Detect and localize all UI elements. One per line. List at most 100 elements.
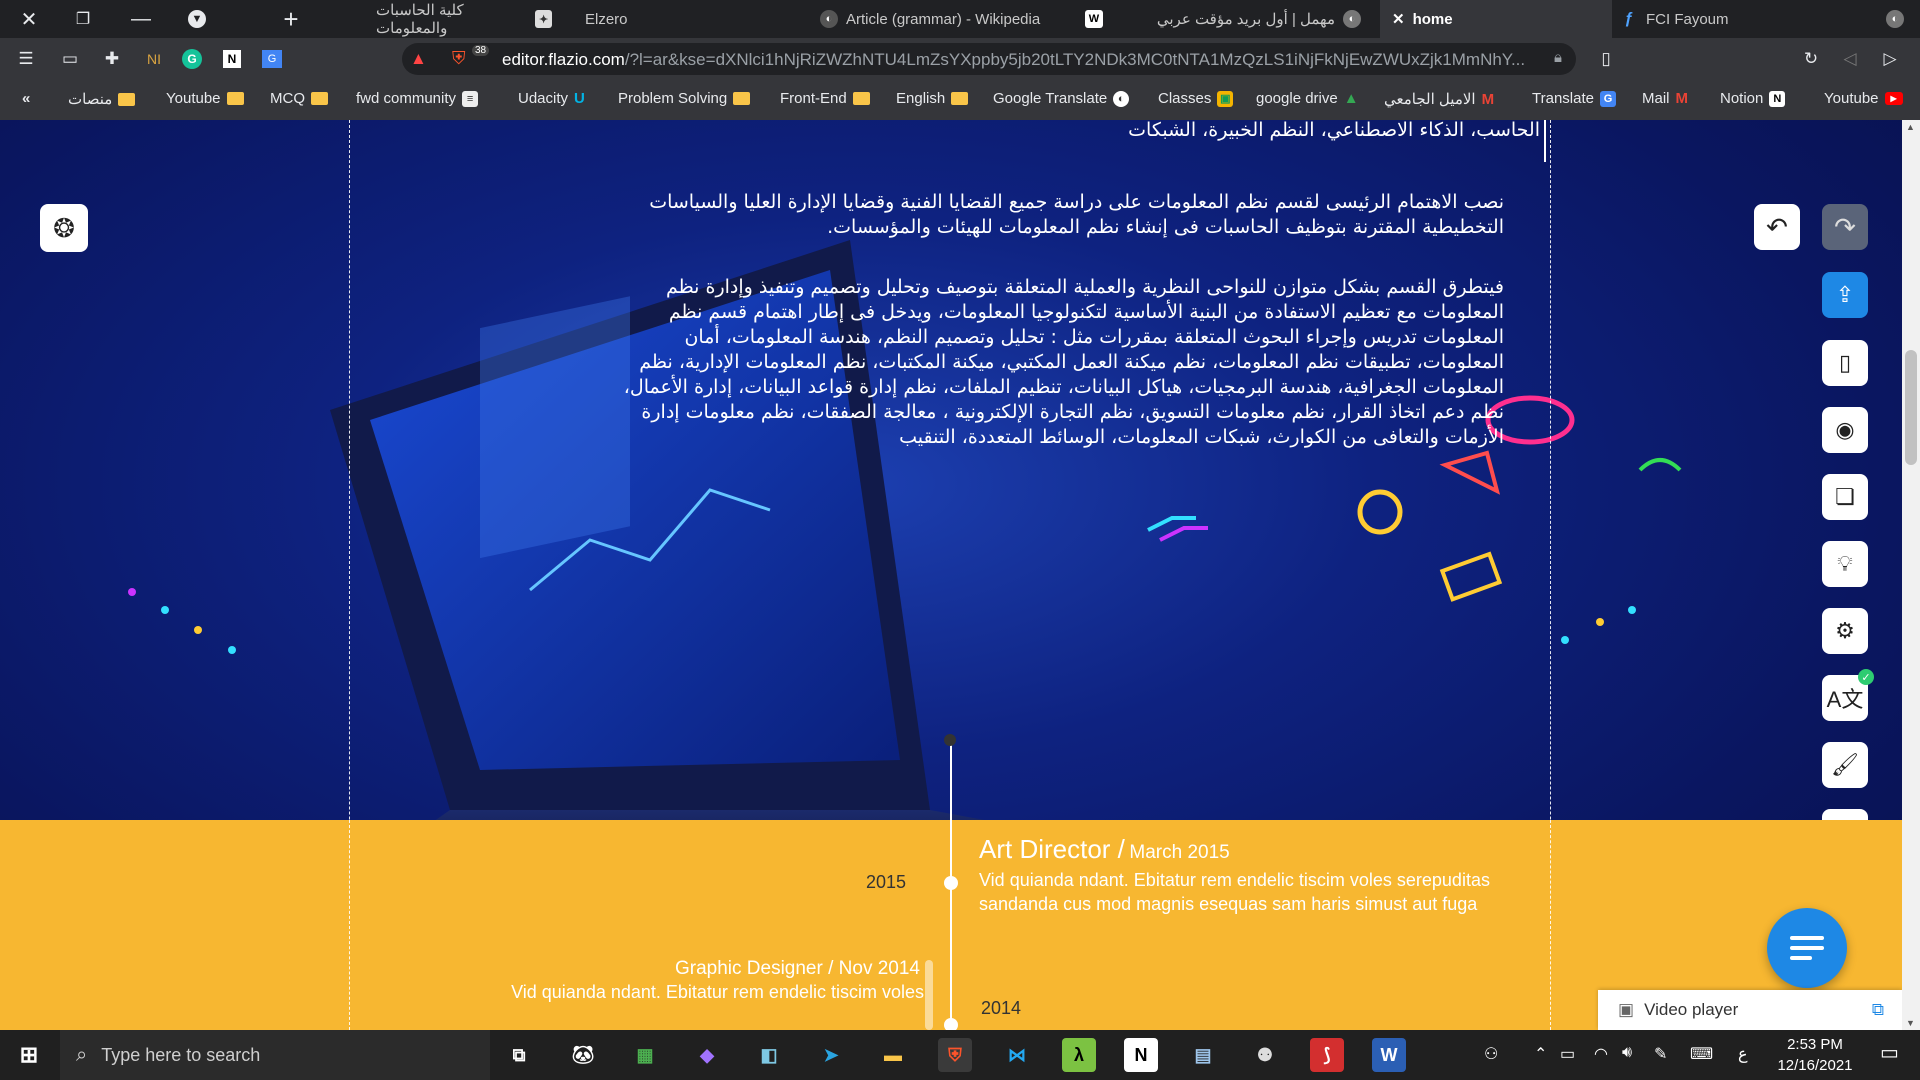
bookmark-folder[interactable]: English xyxy=(896,90,969,107)
publish-icon[interactable]: ⇪ xyxy=(1822,272,1868,318)
bookmark-icon[interactable]: ▯ xyxy=(1592,45,1620,73)
task-view-icon[interactable]: ⧉ xyxy=(502,1038,536,1072)
app-icon[interactable]: ▤ xyxy=(1186,1038,1220,1072)
widgets-icon[interactable]: ❂ xyxy=(40,204,88,252)
bookmark-label: Translate xyxy=(1532,90,1594,107)
undo-icon[interactable]: ↶ xyxy=(1754,204,1800,250)
idea-bulb-icon[interactable]: 💡︎ xyxy=(1822,541,1868,587)
bookmark-link[interactable]: Classes ▣ xyxy=(1158,90,1234,107)
pdf-reader-icon[interactable]: ⟆ xyxy=(1310,1038,1344,1072)
bookmark-folder[interactable]: MCQ xyxy=(270,90,328,107)
text-paragraph-1[interactable]: نصب الاهتمام الرئيسى لقسم نظم المعلومات … xyxy=(648,190,1504,240)
lock-icon[interactable]: 🔒︎ xyxy=(1554,49,1562,66)
mobile-view-icon[interactable]: ▯ xyxy=(1822,340,1868,386)
open-external-icon[interactable]: ⧉ xyxy=(1872,1000,1884,1020)
wifi-icon[interactable]: ◠ xyxy=(1594,1044,1608,1064)
brave-rewards-icon[interactable]: ▲ xyxy=(410,49,427,69)
notifications-icon[interactable]: ▭ xyxy=(1880,1040,1899,1065)
bookmark-link[interactable]: fwd community ≡ xyxy=(356,90,479,107)
ni-extension-icon[interactable]: NI xyxy=(140,45,168,73)
tab-college[interactable]: كلية الحاسبات والمعلومات ✦ xyxy=(376,0,552,38)
tab-mohmal[interactable]: W مهمل | أول بريد مؤقت عربي ◐ xyxy=(1085,0,1361,38)
scrollbar-thumb[interactable] xyxy=(1905,350,1917,465)
grammarly-icon[interactable]: G xyxy=(178,45,206,73)
address-bar[interactable]: ▲ ⛨ 38 editor.flazio.com/?l=ar&kse=dXNlc… xyxy=(402,43,1576,75)
app-icon[interactable]: ⚉ xyxy=(1248,1038,1282,1072)
scroll-up-icon[interactable]: ▲ xyxy=(1906,122,1915,132)
taskbar-search[interactable]: ⌕ Type here to search xyxy=(60,1030,490,1080)
style-brush-icon[interactable]: 🖌︎ xyxy=(1822,742,1868,788)
page-scrollbar[interactable]: ▲ ▼ xyxy=(1902,120,1920,1030)
tab-fci-fayoum[interactable]: ƒ FCI Fayoum xyxy=(1620,0,1860,38)
text-paragraph-2[interactable]: فيتطرق القسم بشكل متوازن للنواحى النظرية… xyxy=(600,275,1504,450)
bookmark-label: fwd community xyxy=(356,90,457,107)
tab-wikipedia[interactable]: ◐ Article (grammar) - Wikipedia xyxy=(820,0,1070,38)
app-icon[interactable]: ◧ xyxy=(752,1038,786,1072)
bookmark-folder[interactable]: Youtube xyxy=(166,90,244,107)
forward-icon[interactable]: ▷ xyxy=(1876,45,1904,73)
wallet-icon[interactable]: ▭ xyxy=(56,45,84,73)
timeline-description: Vid quianda ndant. Ebitatur rem endelic … xyxy=(979,870,1490,914)
volume-icon[interactable]: 🔊︎ xyxy=(1622,1044,1632,1062)
tab-search-icon[interactable]: ▼ xyxy=(174,0,220,38)
bookmark-link[interactable]: Notion N xyxy=(1720,90,1786,107)
word-icon[interactable]: W xyxy=(1372,1038,1406,1072)
resize-handle[interactable] xyxy=(925,960,933,1030)
back-icon[interactable]: ◁ xyxy=(1836,45,1864,73)
tab-home[interactable]: ✕ home xyxy=(1380,0,1612,38)
pen-icon[interactable]: ✎ xyxy=(1654,1044,1667,1064)
keyboard-icon[interactable]: ⌨ xyxy=(1690,1044,1713,1064)
bookmark-label: Mail xyxy=(1642,90,1670,107)
redo-icon[interactable]: ↷ xyxy=(1822,204,1868,250)
bookmark-folder[interactable]: Youtube ▶ xyxy=(1824,90,1903,107)
notion-icon[interactable]: N xyxy=(218,45,246,73)
bookmark-link[interactable]: الاميل الجامعي M xyxy=(1384,90,1495,109)
language-icon[interactable]: A文 ✓ xyxy=(1822,669,1874,721)
preview-eye-icon[interactable]: ◉ xyxy=(1822,407,1868,453)
reload-icon[interactable]: ↻ xyxy=(1797,45,1825,73)
bookmark-folder[interactable]: Front-End xyxy=(780,90,870,107)
translate-icon[interactable]: G xyxy=(258,45,286,73)
clock[interactable]: 2:53 PM 12/16/2021 xyxy=(1770,1034,1860,1076)
scroll-down-icon[interactable]: ▼ xyxy=(1906,1018,1915,1028)
brave-shields-icon[interactable]: ⛨ xyxy=(452,48,466,69)
video-player-popup[interactable]: ▣ Video player ⧉ xyxy=(1598,990,1902,1030)
bookmark-link[interactable]: Mail M xyxy=(1642,90,1688,107)
calculator-icon[interactable]: ▦ xyxy=(628,1038,662,1072)
pages-icon[interactable]: ❏ xyxy=(1822,474,1868,520)
vscode-icon[interactable]: ⋈ xyxy=(1000,1038,1034,1072)
app-icon[interactable]: λ xyxy=(1062,1038,1096,1072)
minimize-window-icon[interactable]: — xyxy=(118,0,164,38)
bookmark-folder[interactable]: Problem Solving xyxy=(618,90,751,107)
new-tab-icon[interactable]: + xyxy=(268,0,314,38)
bookmark-link[interactable]: Udacity U xyxy=(518,90,585,107)
gmail-icon: M xyxy=(1481,90,1495,108)
menu-icon[interactable]: ☰ xyxy=(12,45,40,73)
text-block-previous[interactable]: الحاسب، الذكاء الاصطناعي، النظم الخبيرة،… xyxy=(1000,120,1546,162)
show-hidden-icons[interactable]: ⌃ xyxy=(1534,1044,1547,1064)
url-text[interactable]: editor.flazio.com/?l=ar&kse=dXNlci1hNjRi… xyxy=(502,50,1525,70)
people-icon[interactable]: ⚇ xyxy=(1484,1044,1498,1064)
input-language[interactable]: ع xyxy=(1738,1044,1748,1064)
file-explorer-icon[interactable]: ▬ xyxy=(876,1038,910,1072)
battery-icon[interactable]: ▭ xyxy=(1560,1044,1575,1064)
app-icon[interactable]: 🐼︎ xyxy=(566,1038,600,1072)
bookmark-link[interactable]: Translate G xyxy=(1532,90,1616,107)
folder-icon xyxy=(226,92,244,105)
tab-elzero[interactable]: Elzero xyxy=(585,0,805,38)
bookmark-link[interactable]: google drive ▲ xyxy=(1256,90,1359,107)
notion-icon[interactable]: N xyxy=(1124,1038,1158,1072)
telegram-icon[interactable]: ➤ xyxy=(814,1038,848,1072)
close-window-icon[interactable]: ✕ xyxy=(6,0,52,38)
windows-start-icon[interactable]: ⊞ xyxy=(12,1038,46,1072)
brave-browser-icon[interactable]: ⛨ xyxy=(938,1038,972,1072)
bookmark-folder[interactable]: منصات xyxy=(68,90,136,108)
bookmark-link[interactable]: Google Translate ◐ xyxy=(993,90,1130,107)
close-tab-icon[interactable]: ✕ xyxy=(1392,10,1405,28)
extensions-icon[interactable]: ✚ xyxy=(98,45,126,73)
visual-studio-icon[interactable]: ◆ xyxy=(690,1038,724,1072)
bookmarks-overflow-icon[interactable]: « xyxy=(22,90,30,107)
settings-gear-icon[interactable]: ⚙ xyxy=(1822,608,1868,654)
chat-menu-button[interactable] xyxy=(1767,908,1847,988)
restore-window-icon[interactable]: ❐ xyxy=(60,0,106,38)
